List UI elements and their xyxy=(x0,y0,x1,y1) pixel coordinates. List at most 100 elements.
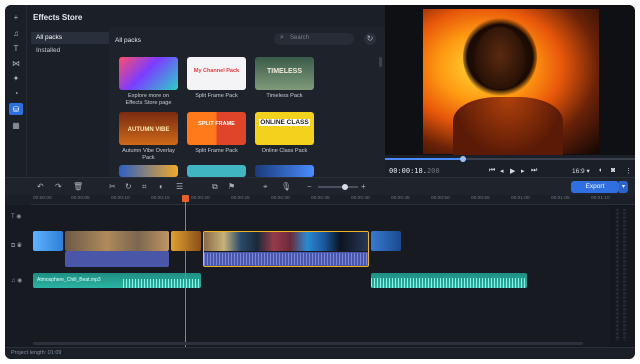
search-placeholder: Search xyxy=(290,35,310,41)
pack-thumbnail xyxy=(119,57,178,90)
ruler-tick: 00:00:00 xyxy=(33,196,52,201)
marker-icon[interactable]: ⚑ xyxy=(228,182,235,191)
pack-card[interactable]: Explore more on Effects Store page xyxy=(119,57,178,107)
pack-thumbnail: SPLIT FRAME xyxy=(187,112,246,145)
ruler-tick: 00:00:20 xyxy=(191,196,210,201)
pack-card[interactable] xyxy=(255,165,314,177)
export-button[interactable]: Export xyxy=(571,181,619,193)
title-track-header[interactable]: T ◉ xyxy=(11,213,37,227)
project-length: Project length: 01:09 xyxy=(11,350,62,356)
pack-card[interactable]: TIMELESS Timeless Pack xyxy=(255,57,314,100)
undo-icon[interactable]: ↶ xyxy=(37,182,44,191)
rotate-icon[interactable]: ↻ xyxy=(125,182,132,191)
pack-card[interactable] xyxy=(119,165,178,177)
time-ms: 200 xyxy=(426,167,440,175)
clip-properties-icon[interactable]: ☰ xyxy=(176,182,183,191)
step-forward-icon[interactable]: ▸ xyxy=(521,167,525,175)
preview-body-shape xyxy=(453,97,563,157)
preview-face-shape xyxy=(475,27,525,89)
microphone-icon[interactable]: 🎙 xyxy=(281,182,291,191)
zoom-out-icon[interactable]: − xyxy=(307,182,312,191)
pack-card[interactable]: ONLINE CLASS Online Class Pack xyxy=(255,112,314,155)
video-preview[interactable] xyxy=(385,5,635,157)
filters-icon[interactable]: ◔ xyxy=(9,87,23,99)
redo-icon[interactable]: ↷ xyxy=(55,182,62,191)
timeline-tracks: T ◉ ⧉ ◉ ♫ ◉ Atmosphere_Chill_Beat.mp3 xyxy=(5,205,635,347)
meter-left-channel xyxy=(616,209,619,341)
effects-store-icon[interactable]: ⛁ xyxy=(9,103,23,115)
category-installed[interactable]: Installed xyxy=(31,45,109,57)
pack-card[interactable]: SPLIT FRAME Split Frame Pack xyxy=(187,112,246,155)
zoom-slider[interactable] xyxy=(318,184,358,190)
pin-icon[interactable]: ⌖ xyxy=(263,182,268,192)
more-tools-icon[interactable]: ▦ xyxy=(9,119,23,131)
crop-icon[interactable]: ⌗ xyxy=(142,182,147,192)
audio-clip[interactable]: Atmosphere_Chill_Beat.mp3 xyxy=(33,273,201,288)
timeline-ruler[interactable]: 00:00:00 00:00:05 00:00:10 00:00:15 00:0… xyxy=(31,195,635,205)
pack-caption: Split Frame Pack xyxy=(195,93,238,99)
clip-thumbnails xyxy=(204,232,368,251)
pack-card[interactable] xyxy=(187,165,246,177)
time-main: 00:00:18. xyxy=(389,167,427,175)
video-clip[interactable] xyxy=(371,231,401,251)
clip-audio-strip[interactable] xyxy=(65,251,169,267)
delete-icon[interactable]: 🗑 xyxy=(73,182,83,191)
zoom-handle[interactable] xyxy=(342,184,348,190)
export-dropdown-icon[interactable]: ▾ xyxy=(619,181,628,193)
aspect-ratio-value: 16:9 xyxy=(572,168,585,175)
store-title: Effects Store xyxy=(33,13,83,22)
cut-icon[interactable]: ✂ xyxy=(109,182,116,191)
pack-caption: Timeless Pack xyxy=(266,93,303,99)
refresh-button[interactable]: ↻ xyxy=(364,33,376,45)
pack-thumb-text: AUTUMN VIBE xyxy=(127,127,170,133)
play-icon[interactable]: ▶ xyxy=(510,167,515,175)
ruler-tick: 00:00:40 xyxy=(351,196,370,201)
packs-header: All packs xyxy=(115,37,142,44)
selected-video-clip[interactable] xyxy=(203,231,369,267)
video-clip[interactable] xyxy=(33,231,63,251)
video-clip[interactable] xyxy=(65,231,169,251)
skip-back-icon[interactable]: ⏮ xyxy=(489,167,495,175)
playhead-handle[interactable] xyxy=(182,195,189,202)
titles-icon[interactable]: T xyxy=(9,42,23,54)
pack-thumbnail xyxy=(119,165,178,177)
timeline-toolbar: ↶ ↷ 🗑 ✂ ↻ ⌗ ◐ ☰ ⧉ ⚑ ⌖ 🎙 − + Export ▾ xyxy=(5,177,635,195)
timeline-scrollbar[interactable] xyxy=(33,342,583,345)
audio-waveform xyxy=(123,279,201,288)
ruler-tick: 00:00:30 xyxy=(271,196,290,201)
ruler-tick: 00:00:45 xyxy=(391,196,410,201)
pack-caption: Online Class Pack xyxy=(261,148,308,154)
snapshot-icon[interactable]: ◙ xyxy=(611,167,615,174)
pack-thumbnail: TIMELESS xyxy=(255,57,314,90)
ruler-tick: 00:00:50 xyxy=(431,196,450,201)
category-all-packs[interactable]: All packs xyxy=(31,32,109,44)
seek-handle[interactable] xyxy=(460,156,466,162)
volume-icon[interactable]: ◖ xyxy=(598,167,602,174)
tool-rail: + ♫ T ⋈ ✦ ◔ ⛁ ▦ xyxy=(5,5,27,177)
skip-forward-icon[interactable]: ⏭ xyxy=(531,167,537,175)
aspect-ratio-select[interactable]: 16:9 ▾ xyxy=(572,167,590,175)
zoom-in-icon[interactable]: + xyxy=(361,182,366,191)
audio-clip[interactable] xyxy=(371,273,527,288)
video-clip[interactable] xyxy=(171,231,201,251)
ruler-tick: 00:00:15 xyxy=(151,196,170,201)
playhead[interactable] xyxy=(182,195,189,347)
music-icon[interactable]: ♫ xyxy=(9,27,23,39)
color-adjust-icon[interactable]: ◐ xyxy=(159,182,164,191)
more-icon[interactable]: ⋮ xyxy=(625,167,632,175)
magic-icon[interactable]: ✦ xyxy=(9,72,23,84)
search-input[interactable]: ⌕ Search xyxy=(274,33,354,45)
preview-frame xyxy=(423,9,599,157)
pack-thumbnail: ONLINE CLASS xyxy=(255,112,314,145)
pack-card[interactable]: My Channel Pack Split Frame Pack xyxy=(187,57,246,100)
add-media-icon[interactable]: + xyxy=(9,11,23,23)
video-editor-window: + ♫ T ⋈ ✦ ◔ ⛁ ▦ Effects Store All packs … xyxy=(5,5,635,359)
overlay-icon[interactable]: ⧉ xyxy=(212,182,218,192)
packs-scrollbar[interactable] xyxy=(379,57,382,67)
pack-caption: Explore more on Effects Store page xyxy=(125,93,172,106)
step-back-icon[interactable]: ◂ xyxy=(500,167,504,175)
meter-right-channel xyxy=(623,209,626,341)
transitions-icon[interactable]: ⋈ xyxy=(9,57,23,69)
seek-bar[interactable] xyxy=(385,156,635,162)
pack-card[interactable]: AUTUMN VIBE Autumn Vibe Overlay Pack xyxy=(119,112,178,162)
